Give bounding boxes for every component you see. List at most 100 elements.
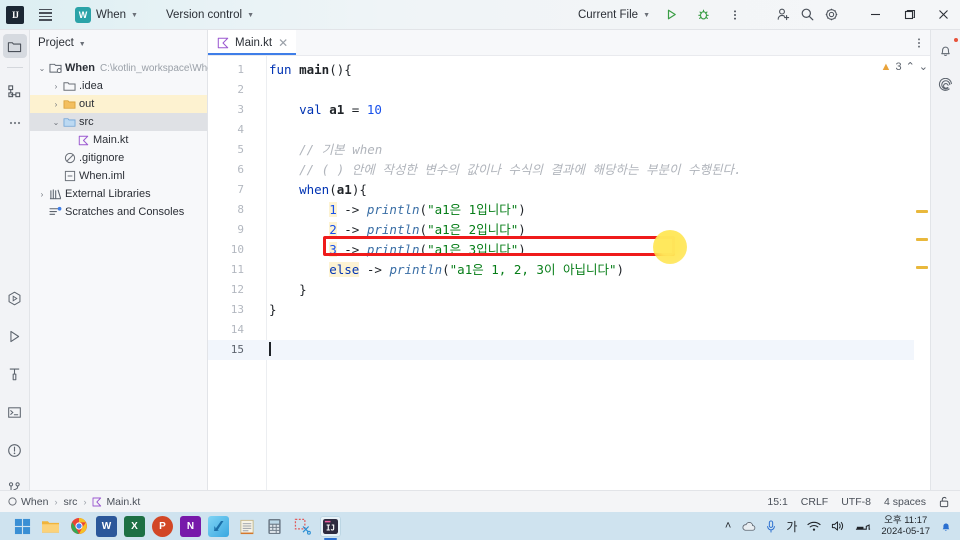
chevron-down-icon[interactable]: ⌄ bbox=[36, 64, 48, 73]
intellij-idea-icon[interactable]: IJ bbox=[320, 515, 341, 540]
chevron-right-icon[interactable]: › bbox=[50, 100, 62, 109]
inspection-widget[interactable]: ▲ 3 ⌃ ⌄ bbox=[881, 60, 928, 74]
unlocked-icon[interactable] bbox=[939, 496, 950, 508]
run-coverage-icon[interactable] bbox=[3, 286, 27, 310]
line-number[interactable]: 7 bbox=[208, 180, 266, 200]
terminal-icon[interactable] bbox=[3, 400, 27, 424]
project-icon[interactable] bbox=[2, 34, 27, 58]
snipping-tool-icon[interactable] bbox=[292, 516, 313, 537]
tab-main-kt[interactable]: Main.kt ✕ bbox=[208, 30, 297, 55]
code-line[interactable] bbox=[267, 120, 914, 140]
tree-node-scratches-and-consoles[interactable]: Scratches and Consoles bbox=[30, 203, 207, 221]
breadcrumb-item[interactable]: Main.kt bbox=[92, 496, 140, 508]
tray-expand-chevron-icon[interactable]: ˄ bbox=[725, 520, 731, 532]
onedrive-cloud-icon[interactable] bbox=[741, 521, 756, 532]
line-number[interactable]: 12 bbox=[208, 280, 266, 300]
ime-indicator[interactable]: 가 bbox=[786, 518, 797, 535]
structure-icon[interactable] bbox=[3, 79, 27, 103]
close-icon[interactable]: ✕ bbox=[278, 37, 288, 49]
run-icon[interactable] bbox=[660, 4, 682, 26]
code-line[interactable] bbox=[267, 80, 914, 100]
line-number[interactable]: 8 bbox=[208, 200, 266, 220]
line-number[interactable]: 10 bbox=[208, 240, 266, 260]
run-icon[interactable] bbox=[3, 324, 27, 348]
line-number-gutter[interactable]: 1 2 3 4 5 6 7 8 9 10 11 12 13 14 15 bbox=[208, 56, 266, 510]
problems-icon[interactable] bbox=[3, 438, 27, 462]
project-widget[interactable]: W When ▼ bbox=[70, 4, 143, 26]
file-explorer-icon[interactable] bbox=[40, 516, 61, 537]
code-line[interactable]: else -> println("a1은 1, 2, 3이 아닙니다") bbox=[267, 260, 914, 280]
warning-marker[interactable] bbox=[916, 266, 928, 269]
network-icon[interactable] bbox=[855, 520, 871, 532]
code-line[interactable]: when(a1){ bbox=[267, 180, 914, 200]
code-line[interactable] bbox=[267, 320, 914, 340]
project-panel-header[interactable]: Project ▼ bbox=[30, 30, 207, 56]
more-dots-icon[interactable] bbox=[3, 111, 27, 135]
add-user-icon[interactable] bbox=[772, 4, 794, 26]
more-vertical-icon[interactable] bbox=[724, 4, 746, 26]
onenote-icon[interactable]: N bbox=[180, 515, 201, 537]
line-number[interactable]: 13 bbox=[208, 300, 266, 320]
prev-problem-icon[interactable]: ⌃ bbox=[906, 60, 915, 73]
wifi-icon[interactable] bbox=[807, 521, 821, 532]
excel-icon[interactable]: X bbox=[124, 515, 145, 537]
line-number[interactable]: 5 bbox=[208, 140, 266, 160]
version-control-widget[interactable]: Version control ▼ bbox=[161, 4, 259, 26]
tree-node--gitignore[interactable]: .gitignore bbox=[30, 149, 207, 167]
tree-node-out[interactable]: › out bbox=[30, 95, 207, 113]
powerpoint-icon[interactable]: P bbox=[152, 515, 173, 537]
search-icon[interactable] bbox=[796, 4, 818, 26]
debug-icon[interactable] bbox=[692, 4, 714, 26]
chrome-icon[interactable] bbox=[68, 516, 89, 537]
editor-options-icon[interactable] bbox=[908, 30, 930, 55]
kakao-icon[interactable] bbox=[208, 515, 229, 537]
code-editor[interactable]: 1 2 3 4 5 6 7 8 9 10 11 12 13 14 15 fun main(){ val a1… bbox=[208, 56, 930, 510]
tree-node-when[interactable]: ⌄ When C:\kotlin_workspace\Whe bbox=[30, 59, 213, 77]
code-line[interactable]: // 기본 when bbox=[267, 140, 914, 160]
line-number[interactable]: 1 bbox=[208, 60, 266, 80]
gear-icon[interactable] bbox=[820, 4, 842, 26]
tree-node-main-kt[interactable]: Main.kt bbox=[30, 131, 207, 149]
run-configuration-selector[interactable]: Current File ▼ bbox=[578, 9, 650, 21]
microphone-icon[interactable] bbox=[766, 519, 776, 533]
chevron-down-icon[interactable]: ▼ bbox=[79, 41, 86, 48]
file-encoding[interactable]: UTF-8 bbox=[841, 496, 871, 508]
code-content[interactable]: fun main(){ val a1 = 10 // 기본 when // ( … bbox=[266, 56, 914, 510]
minimize-button[interactable] bbox=[858, 0, 892, 30]
warning-marker[interactable] bbox=[916, 210, 928, 213]
code-line[interactable] bbox=[266, 340, 914, 360]
code-line[interactable]: // ( ) 안에 작성한 변수의 값이나 수식의 결과에 해당하는 부분이 수… bbox=[267, 160, 914, 180]
line-number[interactable]: 6 bbox=[208, 160, 266, 180]
speaker-icon[interactable] bbox=[831, 520, 845, 532]
hamburger-menu-icon[interactable] bbox=[34, 4, 56, 26]
notepad-icon[interactable] bbox=[236, 516, 257, 537]
line-number[interactable]: 15 bbox=[208, 340, 266, 360]
notification-bell-icon[interactable] bbox=[940, 520, 952, 533]
code-line[interactable]: fun main(){ bbox=[267, 60, 914, 80]
line-number[interactable]: 14 bbox=[208, 320, 266, 340]
code-line[interactable]: 2 -> println("a1은 2입니다") bbox=[267, 220, 914, 240]
word-icon[interactable]: W bbox=[96, 515, 117, 537]
ai-assistant-icon[interactable] bbox=[934, 74, 958, 98]
chevron-down-icon[interactable]: ⌄ bbox=[50, 118, 62, 127]
breadcrumb-item[interactable]: src bbox=[63, 496, 77, 508]
tree-node-src[interactable]: ⌄ src bbox=[30, 113, 207, 131]
tree-node-when-iml[interactable]: When.iml bbox=[30, 167, 207, 185]
code-line[interactable]: 3 -> println("a1은 3입니다") bbox=[267, 240, 914, 260]
line-number[interactable]: 9 bbox=[208, 220, 266, 240]
analysis-markers-strip[interactable] bbox=[914, 56, 930, 510]
code-line[interactable]: } bbox=[267, 300, 914, 320]
line-number[interactable]: 2 bbox=[208, 80, 266, 100]
line-number[interactable]: 4 bbox=[208, 120, 266, 140]
code-line[interactable]: 1 -> println("a1은 1입니다") bbox=[267, 200, 914, 220]
maximize-button[interactable] bbox=[892, 0, 926, 30]
code-line[interactable]: val a1 = 10 bbox=[267, 100, 914, 120]
warning-marker[interactable] bbox=[916, 238, 928, 241]
windows-start-icon[interactable] bbox=[12, 516, 33, 537]
line-number[interactable]: 11 bbox=[208, 260, 266, 280]
build-icon[interactable] bbox=[3, 362, 27, 386]
chevron-right-icon[interactable]: › bbox=[36, 190, 48, 199]
close-button[interactable] bbox=[926, 0, 960, 30]
clock-widget[interactable]: 오후 11:17 2024-05-17 bbox=[881, 515, 930, 537]
code-line[interactable]: } bbox=[267, 280, 914, 300]
